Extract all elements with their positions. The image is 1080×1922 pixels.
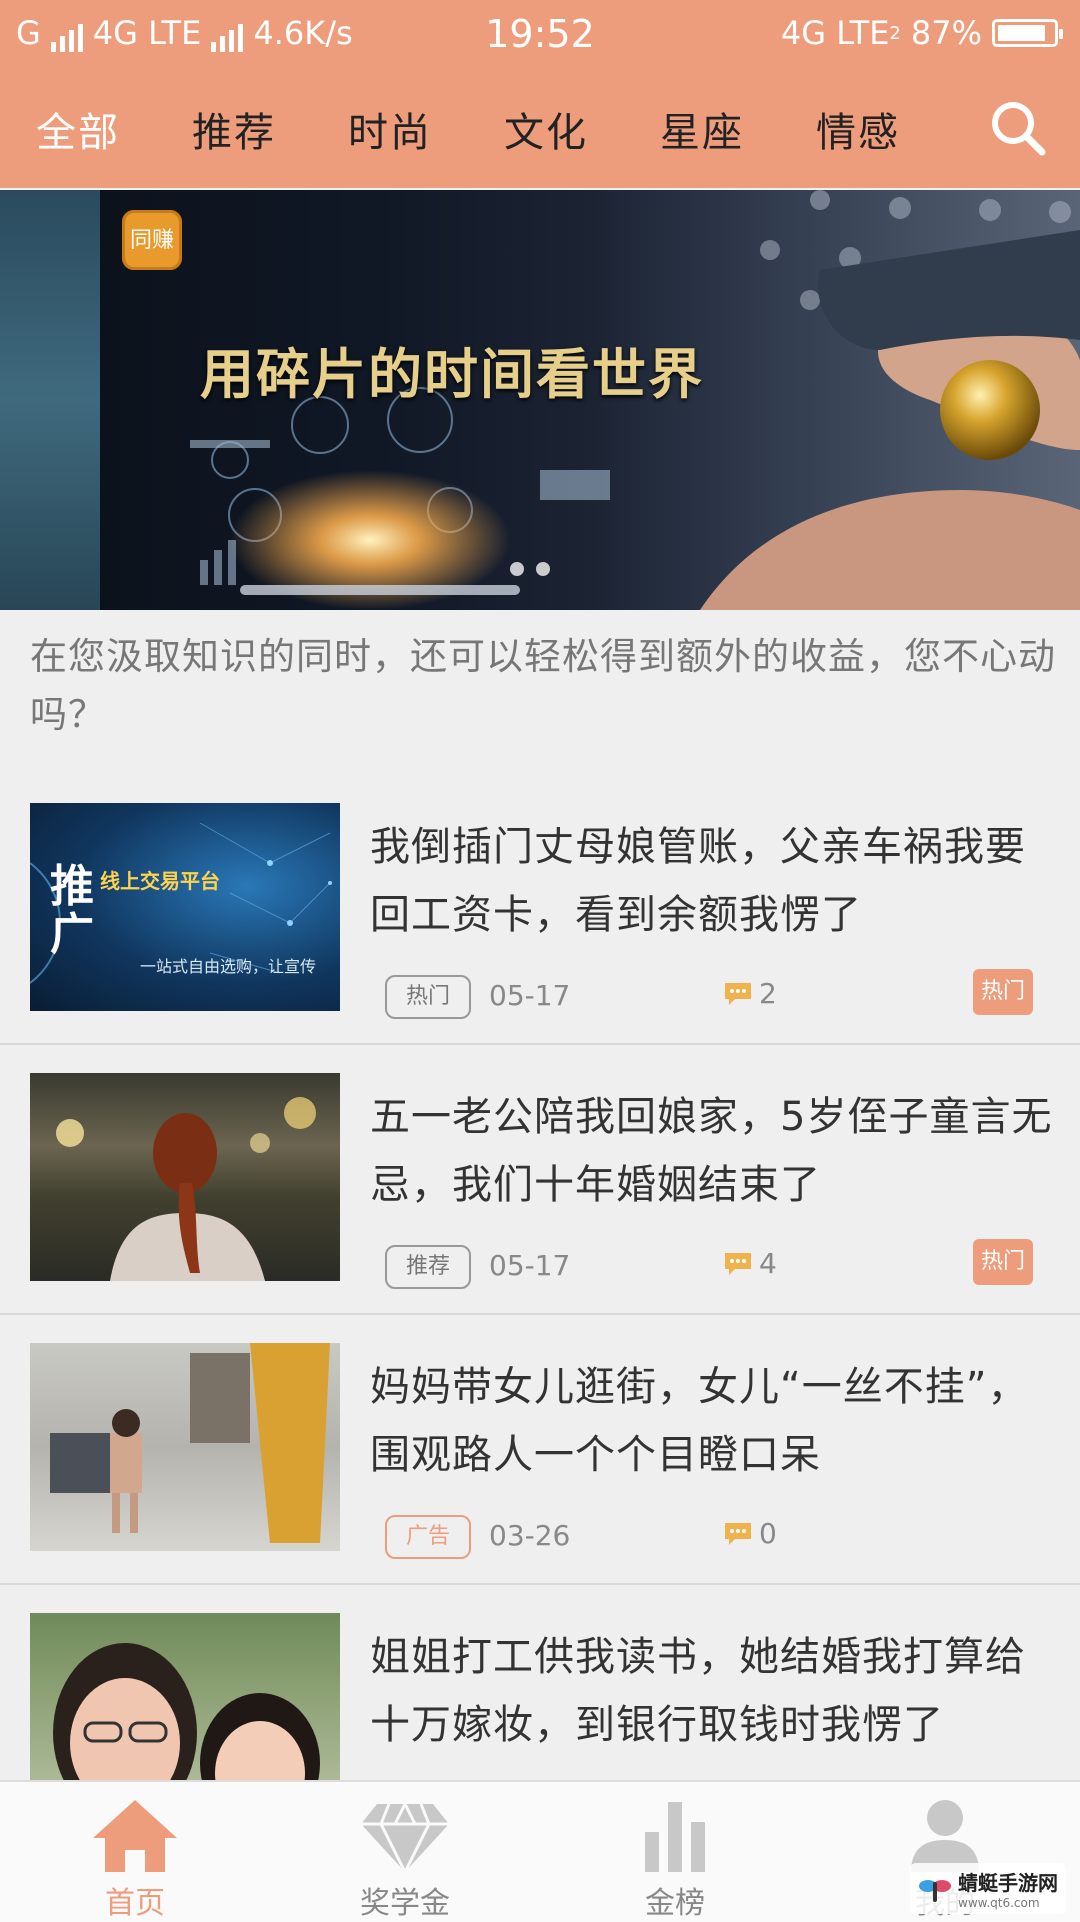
thumb-street-art xyxy=(50,1343,330,1543)
article-item[interactable]: 推广 线上交易平台 一站式自由选购，让宣传 我倒插门丈母娘管账，父亲车祸我要回工… xyxy=(0,775,1080,1045)
comment-count: 0 xyxy=(725,1517,777,1550)
hot-badge: 热门 xyxy=(973,969,1033,1015)
battery-percent: 87% xyxy=(910,14,982,52)
tab-culture[interactable]: 文化 xyxy=(504,100,588,158)
article-meta: 热门 05-17 2 热门 xyxy=(385,969,1045,1021)
nav-ranking[interactable]: 金榜 xyxy=(540,1782,810,1922)
search-icon[interactable] xyxy=(988,98,1048,158)
nav-home[interactable]: 首页 xyxy=(0,1782,270,1922)
watermark-name: 蜻蜓手游网 xyxy=(958,1871,1058,1895)
article-tag: 广告 xyxy=(385,1515,471,1559)
article-title[interactable]: 姐姐打工供我读书，她结婚我打算给十万嫁妆，到银行取钱时我愣了 xyxy=(370,1623,1060,1759)
battery-icon xyxy=(992,19,1063,47)
article-date: 05-17 xyxy=(489,1249,571,1282)
comment-number: 4 xyxy=(759,1247,777,1280)
article-item[interactable]: 妈妈带女儿逛街，女儿“一丝不挂”，围观路人一个个目瞪口呆 广告 03-26 0 xyxy=(0,1315,1080,1585)
comment-number: 0 xyxy=(759,1517,777,1550)
tab-horoscope[interactable]: 星座 xyxy=(660,100,744,158)
article-list: 推广 线上交易平台 一站式自由选购，让宣传 我倒插门丈母娘管账，父亲车祸我要回工… xyxy=(0,775,1080,1853)
status-right: 4G LTE 2 87% xyxy=(780,14,1063,52)
article-thumbnail: 推广 线上交易平台 一站式自由选购，让宣传 xyxy=(30,803,340,1011)
tab-all[interactable]: 全部 xyxy=(36,100,120,158)
sim-index: 2 xyxy=(889,22,901,44)
diamond-icon xyxy=(361,1803,449,1876)
article-title[interactable]: 妈妈带女儿逛街，女儿“一丝不挂”，围观路人一个个目瞪口呆 xyxy=(370,1353,1060,1489)
app-logo: 同赚 xyxy=(122,210,182,270)
article-date: 03-26 xyxy=(489,1519,571,1552)
article-tag: 推荐 xyxy=(385,1245,471,1289)
nav-scholarship-label: 奖学金 xyxy=(360,1886,450,1921)
comment-icon xyxy=(725,1252,751,1275)
article-thumbnail xyxy=(30,1343,340,1551)
home-icon xyxy=(93,1800,177,1872)
nav-scholarship[interactable]: 奖学金 xyxy=(270,1782,540,1922)
comment-icon xyxy=(725,1522,751,1545)
article-date: 05-17 xyxy=(489,979,571,1012)
category-tabs: 全部 推荐 时尚 文化 星座 情感 xyxy=(0,90,1000,170)
article-thumbnail xyxy=(30,1073,340,1281)
watermark: 蜻蜓手游网 www.qt6.com xyxy=(910,1863,1066,1914)
tab-recommend[interactable]: 推荐 xyxy=(192,100,276,158)
hot-badge: 热门 xyxy=(973,1239,1033,1285)
promo-banner[interactable]: 同赚 用碎片的时间看世界 xyxy=(0,190,1080,610)
banner-slogan: 用碎片的时间看世界 xyxy=(200,343,704,406)
network-type-2: 4G LTE xyxy=(780,14,890,52)
thumb-text-sub: 一站式自由选购，让宣传 xyxy=(140,957,317,976)
article-tag: 热门 xyxy=(385,975,471,1019)
tab-emotion[interactable]: 情感 xyxy=(816,100,900,158)
comment-number: 2 xyxy=(759,977,777,1010)
article-meta: 推荐 05-17 4 热门 xyxy=(385,1239,1045,1291)
comment-icon xyxy=(725,982,751,1005)
article-meta: 广告 03-26 0 xyxy=(385,1515,1045,1561)
intro-text: 在您汲取知识的同时，还可以轻松得到额外的收益，您不心动吗？ xyxy=(30,635,1056,736)
thumb-woman-art xyxy=(56,1097,316,1281)
bar-chart-icon xyxy=(645,1802,705,1872)
nav-ranking-label: 金榜 xyxy=(645,1886,705,1921)
tab-fashion[interactable]: 时尚 xyxy=(348,100,432,158)
status-bar: G 4G LTE 4.6K/s 19:52 4G LTE 2 87% xyxy=(0,0,1080,72)
carousel-indicator[interactable] xyxy=(510,562,550,576)
bottom-navigation: 首页 奖学金 金榜 我的 蜻蜓手游网 www.qt6.com xyxy=(0,1780,1080,1922)
nav-home-label: 首页 xyxy=(105,1886,165,1921)
thumb-text-side: 线上交易平台 xyxy=(100,869,220,893)
app-header: G 4G LTE 4.6K/s 19:52 4G LTE 2 87% 全部 推荐 … xyxy=(0,0,1080,188)
comment-count: 2 xyxy=(725,977,777,1010)
watermark-url: www.qt6.com xyxy=(958,1896,1040,1910)
article-title[interactable]: 五一老公陪我回娘家，5岁侄子童言无忌，我们十年婚姻结束了 xyxy=(370,1083,1060,1219)
article-title[interactable]: 我倒插门丈母娘管账，父亲车祸我要回工资卡，看到余额我愣了 xyxy=(370,813,1060,949)
dragonfly-logo-icon xyxy=(919,1879,951,1902)
article-item[interactable]: 五一老公陪我回娘家，5岁侄子童言无忌，我们十年婚姻结束了 推荐 05-17 4 … xyxy=(0,1045,1080,1315)
comment-count: 4 xyxy=(725,1247,777,1280)
